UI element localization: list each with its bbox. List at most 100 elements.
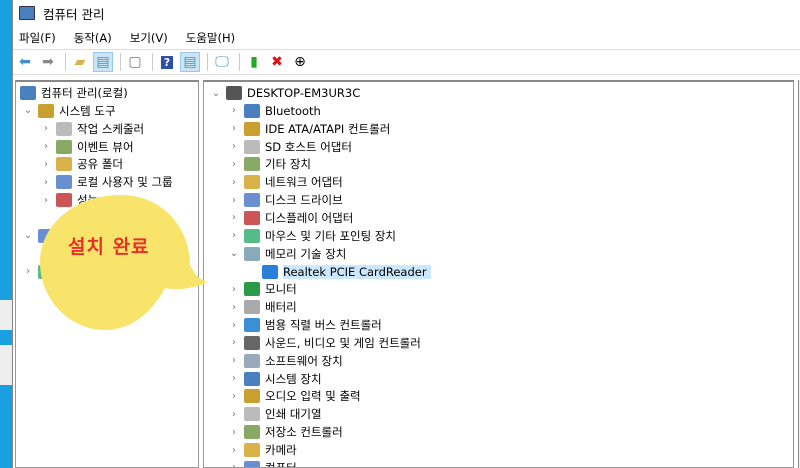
device-category[interactable]: › IDE ATA/ATAPI 컨트롤러: [228, 120, 390, 138]
selected-device[interactable]: Realtek PCIE CardReader: [246, 263, 431, 281]
tree-item-storage[interactable]: ⌄: [22, 227, 59, 245]
chevron-right-icon[interactable]: ›: [40, 159, 52, 170]
tree-item[interactable]: › 그램: [22, 263, 180, 281]
device-tree-pane: ⌄ DESKTOP-EM3UR3C › Bluetooth › IDE ATA/ATAPI…: [203, 80, 794, 468]
device-category[interactable]: ⌄ 메모리 기술 장치: [228, 245, 346, 263]
node-icon: [56, 193, 72, 208]
node-icon: [262, 264, 278, 279]
chevron-down-icon[interactable]: ⌄: [22, 105, 34, 116]
tree-item[interactable]: › 로컬 사용자 및 그룹: [40, 173, 173, 191]
window-title: 컴퓨터 관리: [43, 6, 105, 22]
menu-action[interactable]: 동작(A): [74, 30, 112, 46]
back-icon[interactable]: ⬅: [15, 52, 35, 72]
node-icon: [244, 246, 260, 261]
device-category[interactable]: › 기타 장치: [228, 155, 311, 173]
device-category[interactable]: › 카메라: [228, 441, 297, 459]
node-icon: [244, 228, 260, 243]
device-category[interactable]: › 사운드, 비디오 및 게임 컨트롤러: [228, 334, 421, 352]
chevron-down-icon[interactable]: ⌄: [22, 230, 34, 241]
chevron-right-icon[interactable]: ›: [22, 266, 34, 277]
device-category[interactable]: › 시스템 장치: [228, 370, 322, 388]
chevron-right-icon[interactable]: ›: [228, 177, 240, 188]
chevron-right-icon[interactable]: ›: [228, 337, 240, 348]
chevron-right-icon[interactable]: ›: [40, 195, 52, 206]
node-label: DESKTOP-EM3UR3C: [247, 86, 361, 100]
node-icon: [20, 86, 36, 100]
node-icon: [226, 86, 242, 100]
chevron-right-icon[interactable]: ›: [228, 320, 240, 331]
node-icon: [38, 103, 54, 118]
tree-item[interactable]: › 작업 스케줄러: [40, 120, 144, 138]
node-icon: [244, 353, 260, 368]
node-label: 시스템 도구: [59, 103, 116, 118]
properties-icon[interactable]: ▢: [125, 52, 145, 72]
tree-item[interactable]: 컴퓨터 관리(로컬): [16, 84, 128, 102]
tree-root-computer[interactable]: ⌄ DESKTOP-EM3UR3C: [210, 84, 360, 102]
download-icon[interactable]: ⊕: [290, 52, 310, 72]
device-category[interactable]: › 소프트웨어 장치: [228, 352, 343, 370]
chevron-right-icon[interactable]: ›: [228, 105, 240, 116]
device-category[interactable]: › 디스크 드라이브: [228, 191, 343, 209]
tree-item[interactable]: ⌄ 시스템 도구: [22, 102, 116, 120]
menu-help[interactable]: 도움말(H): [186, 30, 235, 46]
device-category[interactable]: › 컴퓨터: [228, 459, 297, 467]
chevron-right-icon[interactable]: ›: [228, 302, 240, 313]
chevron-right-icon[interactable]: ›: [228, 427, 240, 438]
node-label: 메모리 기술 장치: [265, 246, 347, 261]
node-icon: [244, 407, 260, 422]
tree-item[interactable]: › 성능: [40, 191, 98, 209]
device-category[interactable]: › Bluetooth: [228, 102, 321, 120]
chevron-right-icon[interactable]: ›: [228, 284, 240, 295]
device-category[interactable]: › 디스플레이 어댑터: [228, 209, 353, 227]
menu-file[interactable]: 파일(F): [19, 30, 56, 46]
chevron-right-icon[interactable]: ›: [228, 123, 240, 134]
chevron-right-icon[interactable]: ›: [228, 230, 240, 241]
chevron-right-icon[interactable]: ›: [228, 195, 240, 206]
node-label: 이벤트 뷰어: [77, 139, 134, 154]
console-tree-pane: 컴퓨터 관리(로컬) ⌄ 시스템 도구 › 작업 스케줄러 › 이벤트 뷰어 › 공유 폴더 › 로…: [15, 80, 199, 468]
tree-item[interactable]: › 공유 폴더: [40, 155, 123, 173]
chevron-right-icon[interactable]: ›: [228, 355, 240, 366]
device-category[interactable]: › 마우스 및 기타 포인팅 장치: [228, 227, 396, 245]
device-category[interactable]: › 배터리: [228, 298, 297, 316]
forward-icon[interactable]: ➡: [38, 52, 58, 72]
device-category[interactable]: › 인쇄 대기열: [228, 405, 322, 423]
chevron-right-icon[interactable]: ›: [228, 445, 240, 456]
node-label: 사운드, 비디오 및 게임 컨트롤러: [265, 335, 421, 350]
chevron-right-icon[interactable]: ›: [228, 409, 240, 420]
device-category[interactable]: › SD 호스트 어댑터: [228, 138, 352, 156]
chevron-right-icon[interactable]: ›: [228, 391, 240, 402]
install-complete-annotation: 설치 완료: [68, 236, 150, 258]
node-icon: [244, 175, 260, 190]
node-icon: [244, 371, 260, 386]
chevron-down-icon[interactable]: ⌄: [210, 88, 222, 99]
menu-view[interactable]: 보기(V): [130, 30, 168, 46]
node-icon: [244, 335, 260, 350]
help-icon[interactable]: ?: [157, 52, 177, 72]
tree-item[interactable]: › 이벤트 뷰어: [40, 138, 134, 156]
chevron-right-icon[interactable]: ›: [228, 462, 240, 467]
device-category[interactable]: › 저장소 컨트롤러: [228, 423, 343, 441]
device-category[interactable]: › 오디오 입력 및 출력: [228, 387, 361, 405]
action-pane-icon[interactable]: ▤: [180, 52, 200, 72]
chevron-right-icon[interactable]: ›: [40, 177, 52, 188]
node-icon: [56, 175, 72, 190]
uninstall-icon[interactable]: ✖: [267, 52, 287, 72]
chevron-right-icon[interactable]: ›: [228, 212, 240, 223]
chevron-right-icon[interactable]: ›: [228, 141, 240, 152]
chevron-right-icon[interactable]: ›: [40, 141, 52, 152]
device-category[interactable]: › 범용 직렬 버스 컨트롤러: [228, 316, 382, 334]
chevron-right-icon[interactable]: ›: [40, 123, 52, 134]
monitor-icon[interactable]: 🖵: [212, 52, 232, 72]
chevron-down-icon[interactable]: ⌄: [228, 248, 240, 259]
device-category[interactable]: › 모니터: [228, 280, 297, 298]
node-label: Bluetooth: [265, 103, 321, 118]
device-category[interactable]: › 네트워크 어댑터: [228, 173, 343, 191]
chevron-right-icon[interactable]: ›: [228, 373, 240, 384]
computer-management-icon: [19, 6, 35, 20]
chevron-right-icon[interactable]: ›: [228, 159, 240, 170]
update-driver-icon[interactable]: ▮: [244, 52, 264, 72]
up-folder-icon[interactable]: ▰: [70, 52, 90, 72]
node-label: Realtek PCIE CardReader: [283, 264, 431, 279]
show-hide-tree-icon[interactable]: ▤: [93, 52, 113, 72]
